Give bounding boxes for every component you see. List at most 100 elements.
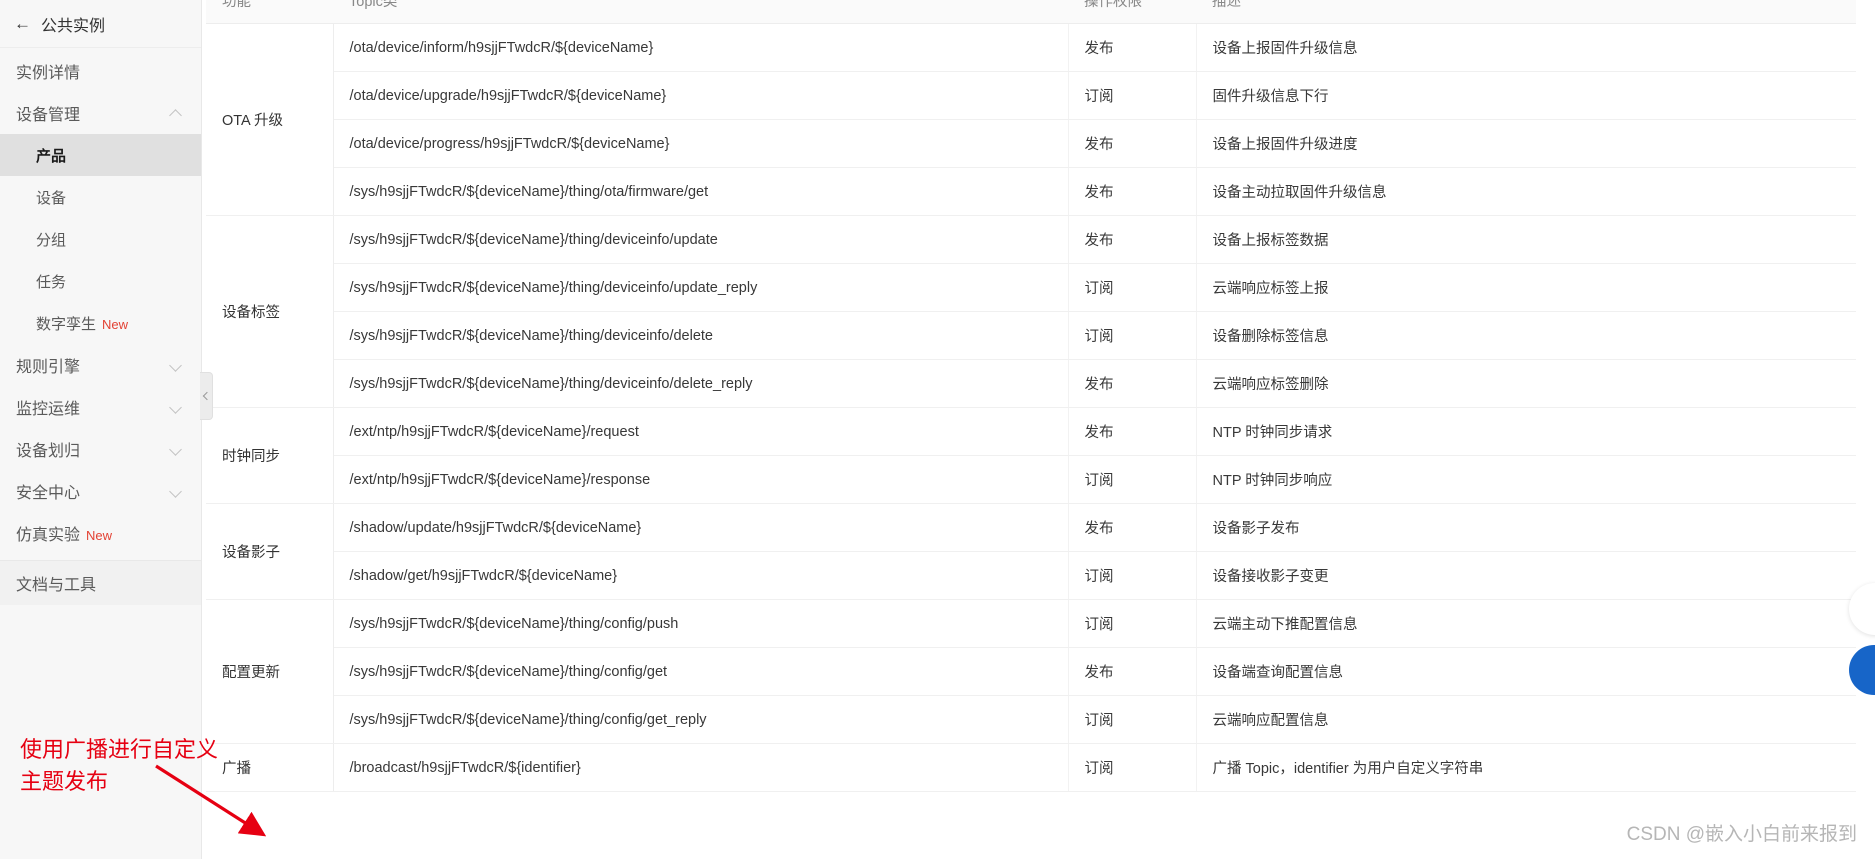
cell-function: 设备标签 bbox=[206, 215, 334, 408]
sidebar-back-link[interactable]: ← 公共实例 bbox=[0, 0, 201, 48]
back-arrow-icon: ← bbox=[14, 14, 31, 33]
sidebar-item-label: 文档与工具 bbox=[16, 577, 97, 594]
table-row: OTA 升级/ota/device/inform/h9sjjFTwdcR/${d… bbox=[206, 23, 1856, 216]
sidebar-item-label: 产品 bbox=[36, 147, 67, 165]
table-row: 时钟同步/ext/ntp/h9sjjFTwdcR/${deviceName}/r… bbox=[206, 407, 1856, 504]
cell-permission: 发布 bbox=[1068, 167, 1197, 216]
cell-topic: /sys/h9sjjFTwdcR/${deviceName}/thing/dev… bbox=[333, 215, 1069, 264]
chevron-up-icon[interactable] bbox=[170, 107, 183, 120]
cell-permission: 订阅 bbox=[1068, 551, 1197, 600]
sidebar-item-label: 设备管理 bbox=[16, 107, 81, 124]
cell-permission: 订阅 bbox=[1068, 599, 1197, 648]
chevron-down-icon[interactable] bbox=[170, 485, 183, 498]
cell-topic: /sys/h9sjjFTwdcR/${deviceName}/thing/con… bbox=[333, 647, 1069, 696]
sidebar-item-9[interactable]: 设备划归 bbox=[0, 428, 201, 470]
sidebar-item-8[interactable]: 监控运维 bbox=[0, 386, 201, 428]
table-row: /sys/h9sjjFTwdcR/${deviceName}/thing/dev… bbox=[206, 311, 1856, 360]
sidebar-item-4[interactable]: 分组 bbox=[0, 218, 201, 260]
topics-table-body: OTA 升级/ota/device/inform/h9sjjFTwdcR/${d… bbox=[206, 23, 1856, 792]
column-header-permission: 操作权限 bbox=[1068, 0, 1196, 24]
cell-description: 云端响应标签上报 bbox=[1196, 263, 1856, 312]
table-row: 广播/broadcast/h9sjjFTwdcR/${identifier} 订阅… bbox=[206, 743, 1856, 792]
cell-function: 配置更新 bbox=[206, 599, 334, 744]
sidebar-item-new-badge: New bbox=[86, 528, 113, 543]
sidebar-item-6[interactable]: 数字孪生 New bbox=[0, 302, 201, 344]
cell-description: 云端响应标签删除 bbox=[1196, 359, 1856, 408]
cell-permission: 发布 bbox=[1068, 359, 1197, 408]
cell-description: 设备上报固件升级信息 bbox=[1196, 23, 1856, 72]
cell-permission: 订阅 bbox=[1068, 455, 1197, 504]
cell-topic: /sys/h9sjjFTwdcR/${deviceName}/thing/con… bbox=[333, 695, 1069, 744]
chevron-down-icon[interactable] bbox=[170, 359, 183, 372]
cell-description: 设备接收影子变更 bbox=[1196, 551, 1856, 600]
table-row: /ext/ntp/h9sjjFTwdcR/${deviceName}/respo… bbox=[206, 455, 1856, 504]
cell-topic: /sys/h9sjjFTwdcR/${deviceName}/thing/dev… bbox=[333, 263, 1069, 312]
cell-permission: 发布 bbox=[1068, 23, 1197, 72]
sidebar-item-label: 安全中心 bbox=[16, 485, 81, 502]
table-row: /ota/device/progress/h9sjjFTwdcR/${devic… bbox=[206, 119, 1856, 168]
sidebar-item-7[interactable]: 规则引擎 bbox=[0, 344, 201, 386]
chevron-down-icon[interactable] bbox=[170, 443, 183, 456]
table-row: /sys/h9sjjFTwdcR/${deviceName}/thing/dev… bbox=[206, 263, 1856, 312]
cell-function: OTA 升级 bbox=[206, 23, 334, 216]
table-row: 设备标签/sys/h9sjjFTwdcR/${deviceName}/thing… bbox=[206, 215, 1856, 408]
cell-permission: 发布 bbox=[1068, 215, 1197, 264]
sidebar-item-label: 实例详情 bbox=[16, 65, 81, 82]
cell-description: NTP 时钟同步响应 bbox=[1196, 455, 1856, 504]
chevron-down-icon[interactable] bbox=[170, 401, 183, 414]
table-header-row: 功能 Topic类 操作权限 描述 bbox=[206, 0, 1856, 24]
sidebar-item-label: 数字孪生 bbox=[36, 315, 97, 333]
cell-topic: /shadow/update/h9sjjFTwdcR/${deviceName} bbox=[333, 503, 1069, 552]
cell-description: 云端响应配置信息 bbox=[1196, 695, 1856, 744]
sidebar-item-3[interactable]: 设备 bbox=[0, 176, 201, 218]
sidebar-item-0[interactable]: 实例详情 bbox=[0, 50, 201, 92]
cell-topic: /ext/ntp/h9sjjFTwdcR/${deviceName}/respo… bbox=[333, 455, 1069, 504]
cell-permission: 订阅 bbox=[1068, 71, 1197, 120]
cell-permission: 发布 bbox=[1068, 647, 1197, 696]
sidebar-item-10[interactable]: 安全中心 bbox=[0, 470, 201, 512]
cell-topic: /ext/ntp/h9sjjFTwdcR/${deviceName}/reque… bbox=[333, 407, 1069, 456]
cell-permission: 发布 bbox=[1068, 407, 1197, 456]
sidebar-item-label: 分组 bbox=[36, 231, 67, 249]
cell-topic: /sys/h9sjjFTwdcR/${deviceName}/thing/con… bbox=[333, 599, 1069, 648]
table-row: /sys/h9sjjFTwdcR/${deviceName}/thing/con… bbox=[206, 647, 1856, 696]
cell-description: 设备主动拉取固件升级信息 bbox=[1196, 167, 1856, 216]
sidebar-item-label: 任务 bbox=[36, 273, 67, 291]
cell-permission: 发布 bbox=[1068, 503, 1197, 552]
sidebar-item-1[interactable]: 设备管理 bbox=[0, 92, 201, 134]
cell-description: 设备影子发布 bbox=[1196, 503, 1856, 552]
column-header-description: 描述 bbox=[1196, 0, 1856, 24]
sidebar-item-docs-tools[interactable]: 文档与工具 bbox=[0, 561, 201, 605]
table-row: /shadow/get/h9sjjFTwdcR/${deviceName} 订阅设… bbox=[206, 551, 1856, 600]
cell-topic: /sys/h9sjjFTwdcR/${deviceName}/thing/ota… bbox=[333, 167, 1069, 216]
sidebar-item-label: 设备划归 bbox=[16, 443, 81, 460]
sidebar-item-11[interactable]: 仿真实验 New bbox=[0, 512, 201, 554]
cell-description: 设备端查询配置信息 bbox=[1196, 647, 1856, 696]
cell-permission: 订阅 bbox=[1068, 263, 1197, 312]
main-content: 功能 Topic类 操作权限 描述 OTA 升级/ota/device/info… bbox=[202, 0, 1875, 859]
sidebar-item-label: 监控运维 bbox=[16, 401, 81, 418]
cell-topic: /sys/h9sjjFTwdcR/${deviceName}/thing/dev… bbox=[333, 359, 1069, 408]
topics-table-head: 功能 Topic类 操作权限 描述 bbox=[206, 0, 1856, 24]
column-header-function: 功能 bbox=[206, 0, 333, 24]
watermark-text: CSDN @嵌入小白前来报到 bbox=[1626, 824, 1857, 845]
sidebar-nav: 实例详情 设备管理 产品 设备 分组 任务 数字孪生 New 规则引擎 监控运维 设备划归 安全中心仿… bbox=[0, 48, 201, 554]
cell-topic: /ota/device/inform/h9sjjFTwdcR/${deviceN… bbox=[333, 23, 1069, 72]
cell-description: 云端主动下推配置信息 bbox=[1196, 599, 1856, 648]
sidebar-item-2[interactable]: 产品 bbox=[0, 134, 201, 176]
table-row: 设备影子/shadow/update/h9sjjFTwdcR/${deviceN… bbox=[206, 503, 1856, 600]
sidebar: ← 公共实例 实例详情 设备管理 产品 设备 分组 任务 数字孪生 New 规则引擎 监控运维 设备… bbox=[0, 0, 213, 859]
column-header-topic: Topic类 bbox=[333, 0, 1068, 24]
sidebar-back-label: 公共实例 bbox=[41, 17, 106, 35]
cell-description: 设备删除标签信息 bbox=[1196, 311, 1856, 360]
cell-topic: /ota/device/progress/h9sjjFTwdcR/${devic… bbox=[333, 119, 1069, 168]
cell-description: NTP 时钟同步请求 bbox=[1196, 407, 1856, 456]
sidebar-collapse-handle[interactable] bbox=[200, 372, 213, 420]
cell-topic: /ota/device/upgrade/h9sjjFTwdcR/${device… bbox=[333, 71, 1069, 120]
cell-permission: 订阅 bbox=[1068, 311, 1197, 360]
topics-table-wrapper: 功能 Topic类 操作权限 描述 OTA 升级/ota/device/info… bbox=[206, 0, 1856, 792]
table-row: /sys/h9sjjFTwdcR/${deviceName}/thing/ota… bbox=[206, 167, 1856, 216]
table-row: /sys/h9sjjFTwdcR/${deviceName}/thing/con… bbox=[206, 695, 1856, 744]
sidebar-item-5[interactable]: 任务 bbox=[0, 260, 201, 302]
cell-permission: 发布 bbox=[1068, 119, 1197, 168]
